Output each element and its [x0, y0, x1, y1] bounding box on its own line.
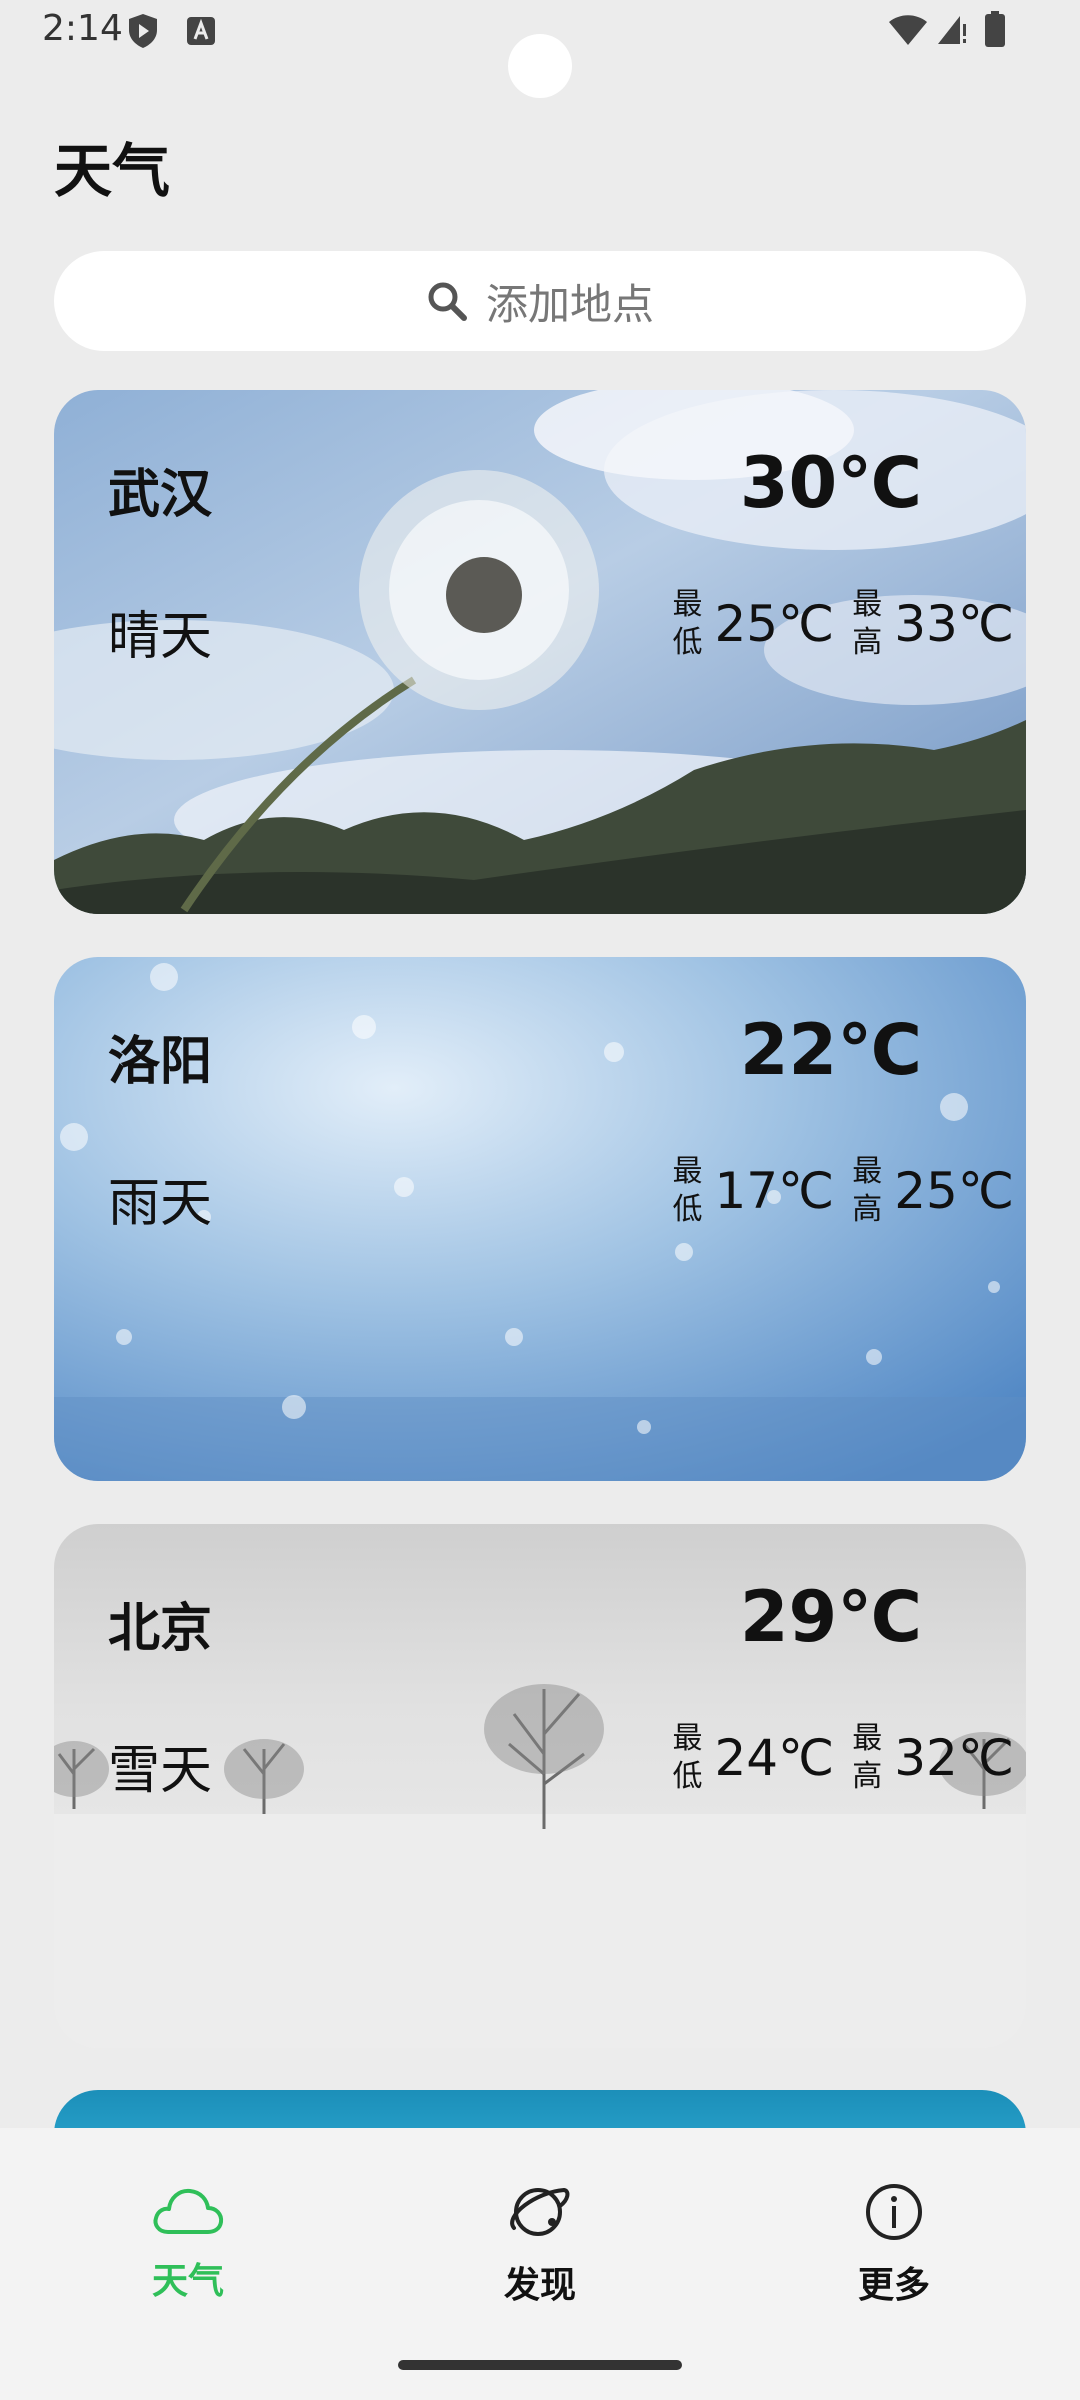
weather-condition: 雨天 — [108, 1174, 213, 1234]
current-temperature: 29℃ — [739, 1576, 922, 1658]
nav-label-more: 更多 — [857, 2265, 930, 2306]
nav-label-weather: 天气 — [151, 2261, 224, 2302]
weather-condition: 雪天 — [108, 1741, 213, 1801]
camera-cutout — [508, 34, 572, 98]
page-title: 天气 — [54, 137, 171, 205]
min-temperature: 24℃ — [714, 1729, 835, 1787]
temperature-range: 最低 24℃ 最高 32℃ — [670, 1720, 1014, 1796]
signal-icon — [938, 16, 966, 44]
battery-icon — [985, 11, 1005, 47]
temperature-range: 最低 17℃ 最高 25℃ — [670, 1153, 1014, 1229]
search-placeholder: 添加地点 — [485, 279, 654, 329]
nav-item-discover[interactable]: 发现 — [440, 2182, 640, 2308]
font-a-icon — [187, 17, 215, 45]
min-label: 最低 — [672, 1721, 703, 1794]
min-label: 最低 — [672, 1154, 703, 1227]
city-card-beijing[interactable]: 北京 雪天 29℃ 最低 24℃ 最高 32℃ — [54, 1524, 1026, 2048]
home-indicator[interactable] — [398, 2360, 682, 2370]
max-temperature: 32℃ — [894, 1729, 1014, 1787]
nav-item-weather[interactable]: 天气 — [88, 2182, 288, 2304]
wifi-icon — [889, 15, 927, 45]
shield-play-icon — [129, 14, 157, 48]
min-label: 最低 — [672, 587, 703, 660]
search-icon — [428, 282, 467, 321]
current-temperature: 22℃ — [739, 1009, 922, 1091]
max-temperature: 25℃ — [894, 1162, 1014, 1220]
search-bar[interactable]: 添加地点 — [54, 251, 1026, 351]
status-time: 2:14 — [42, 8, 123, 49]
city-name: 北京 — [108, 1599, 213, 1659]
info-icon — [866, 2184, 922, 2240]
min-temperature: 25℃ — [714, 595, 835, 653]
weather-condition: 晴天 — [108, 607, 213, 667]
nav-label-discover: 发现 — [503, 2265, 576, 2306]
planet-icon — [510, 2187, 570, 2236]
max-label: 最高 — [852, 1721, 883, 1794]
max-temperature: 33℃ — [894, 595, 1014, 653]
city-card-luoyang[interactable]: 洛阳 雨天 22℃ 最低 17℃ 最高 25℃ — [54, 957, 1026, 1481]
cloud-icon — [153, 2188, 224, 2234]
city-card-wuhan[interactable]: 武汉 晴天 30℃ 最低 25℃ 最高 33℃ — [54, 390, 1026, 914]
city-name: 洛阳 — [108, 1032, 213, 1092]
current-temperature: 30℃ — [739, 442, 922, 524]
max-label: 最高 — [852, 1154, 883, 1227]
temperature-range: 最低 25℃ 最高 33℃ — [670, 586, 1014, 662]
max-label: 最高 — [852, 587, 883, 660]
city-name: 武汉 — [108, 465, 213, 525]
min-temperature: 17℃ — [714, 1162, 835, 1220]
nav-item-more[interactable]: 更多 — [794, 2182, 994, 2308]
